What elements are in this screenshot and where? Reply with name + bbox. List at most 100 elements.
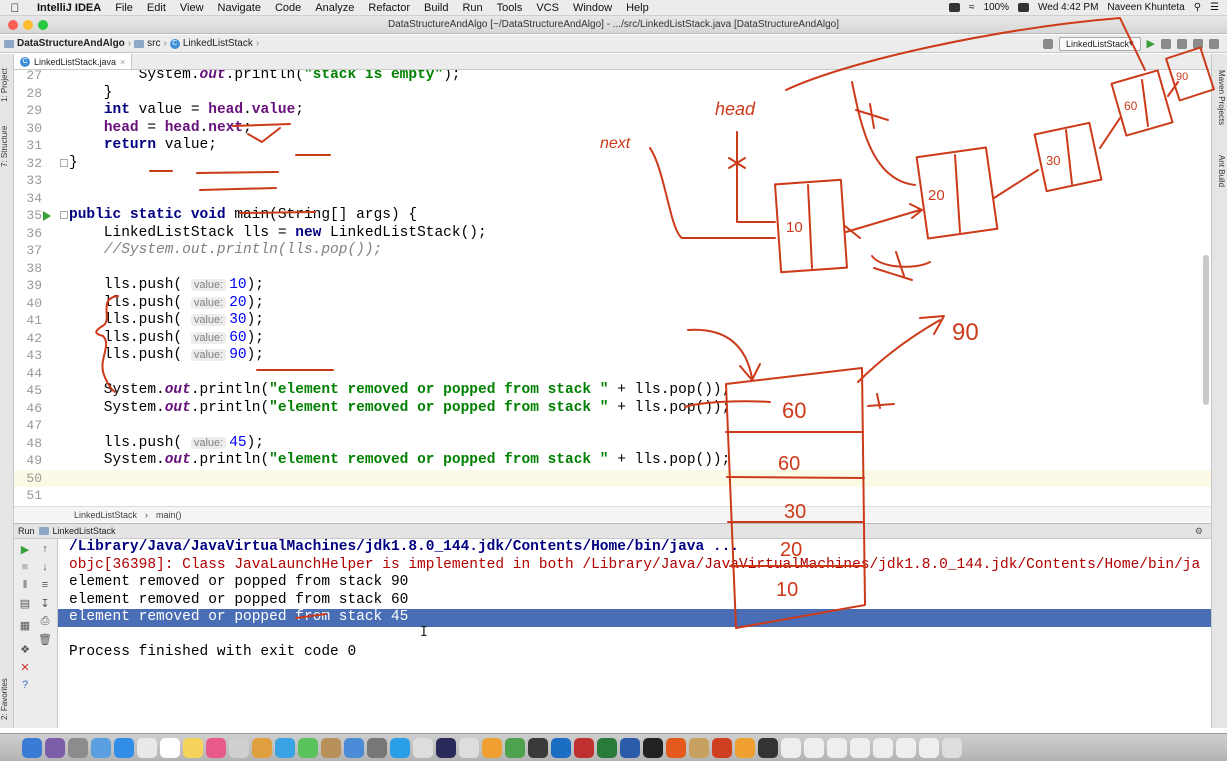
document-icon[interactable]: [873, 737, 893, 758]
notes-icon[interactable]: [183, 737, 203, 758]
coverage-icon[interactable]: [1177, 38, 1187, 49]
project-tool-tab[interactable]: 1: Project: [0, 60, 14, 110]
menu-vcs[interactable]: VCS: [529, 2, 566, 14]
minimize-window-icon[interactable]: [23, 19, 33, 30]
trash-icon[interactable]: 🗑: [38, 633, 52, 646]
status-icon[interactable]: [948, 3, 960, 12]
scroll-up-icon[interactable]: ↑: [38, 543, 52, 555]
crumb-src[interactable]: src: [147, 38, 160, 49]
document-icon[interactable]: [896, 737, 916, 758]
slack-icon[interactable]: [528, 737, 548, 758]
eclipse-icon[interactable]: [436, 737, 456, 758]
run-gutter-icon[interactable]: [43, 211, 51, 221]
scroll-end-icon[interactable]: ↧: [38, 597, 52, 610]
books-icon[interactable]: [321, 737, 341, 758]
run-panel-label[interactable]: Run: [18, 526, 35, 536]
crumb-class[interactable]: LinkedListStack: [183, 38, 253, 49]
close-window-icon[interactable]: [8, 19, 18, 30]
document-icon[interactable]: [781, 737, 801, 758]
scroll-down-icon[interactable]: ↓: [38, 561, 52, 573]
pin-icon[interactable]: ❖: [18, 643, 32, 656]
intellij-icon[interactable]: [643, 737, 663, 758]
sunflower-icon[interactable]: [482, 737, 502, 758]
menu-analyze[interactable]: Analyze: [308, 2, 361, 14]
crumb-class[interactable]: LinkedListStack: [74, 510, 137, 520]
app-store-icon[interactable]: [390, 737, 410, 758]
sunflower-icon[interactable]: [735, 737, 755, 758]
document-icon[interactable]: [919, 737, 939, 758]
menu-refactor[interactable]: Refactor: [361, 2, 417, 14]
menu-help[interactable]: Help: [619, 2, 656, 14]
siri-icon[interactable]: [45, 737, 65, 758]
zoom-window-icon[interactable]: [38, 19, 48, 30]
photos-icon[interactable]: [252, 737, 272, 758]
tab-linkedliststack[interactable]: C LinkedListStack.java ×: [14, 54, 133, 69]
calendar-icon[interactable]: [160, 737, 180, 758]
menu-navigate[interactable]: Navigate: [211, 2, 268, 14]
crumb-project[interactable]: DataStructureAndAlgo: [17, 38, 125, 49]
stop-icon[interactable]: [1193, 38, 1203, 49]
powerpoint-icon[interactable]: [712, 737, 732, 758]
run-config-select[interactable]: LinkedListStack ▾: [1058, 36, 1141, 51]
battery-icon[interactable]: [1018, 3, 1030, 12]
stop-icon[interactable]: ■: [18, 561, 32, 573]
finder-icon[interactable]: [22, 737, 42, 758]
chrome-icon[interactable]: [505, 737, 525, 758]
sublime-icon[interactable]: [666, 737, 686, 758]
music-icon[interactable]: [206, 737, 226, 758]
folder-icon[interactable]: [229, 737, 249, 758]
menu-tools[interactable]: Tools: [490, 2, 530, 14]
menu-code[interactable]: Code: [268, 2, 308, 14]
dump-threads-icon[interactable]: ▤: [18, 597, 32, 610]
calendar-icon[interactable]: [574, 737, 594, 758]
close-icon[interactable]: ×: [120, 57, 125, 67]
help-icon[interactable]: [459, 737, 479, 758]
menu-build[interactable]: Build: [417, 2, 455, 14]
excel-icon[interactable]: [597, 737, 617, 758]
ant-tool-tab[interactable]: Ant Build: [1214, 146, 1226, 196]
crumb-method[interactable]: main(): [156, 510, 182, 520]
mail-icon[interactable]: [344, 737, 364, 758]
help-icon[interactable]: ?: [18, 679, 32, 691]
launchpad-icon[interactable]: [68, 737, 88, 758]
menu-app-name[interactable]: IntelliJ IDEA: [30, 2, 108, 14]
build-icon[interactable]: [1042, 38, 1053, 49]
menu-file[interactable]: File: [108, 2, 140, 14]
clock[interactable]: Wed 4:42 PM: [1038, 2, 1098, 13]
spotlight-icon[interactable]: ⚲: [1194, 2, 1201, 13]
favorites-tool-tab[interactable]: 2: Favorites: [0, 674, 14, 724]
document-icon[interactable]: [827, 737, 847, 758]
maven-tool-tab[interactable]: Maven Projects: [1214, 62, 1226, 134]
wifi-icon[interactable]: ≈: [969, 2, 975, 13]
run-panel-config[interactable]: LinkedListStack: [53, 526, 116, 536]
layout-icon[interactable]: ▦: [18, 619, 32, 632]
facetime-icon[interactable]: [298, 737, 318, 758]
outlook-icon[interactable]: [551, 737, 571, 758]
preview-icon[interactable]: [91, 737, 111, 758]
code-editor[interactable]: 27 System.out.println("stack is empty");…: [14, 70, 1211, 506]
print-icon[interactable]: ⎙: [38, 615, 52, 628]
gear-icon[interactable]: ⚙: [1195, 526, 1211, 537]
terminal-icon[interactable]: [758, 737, 778, 758]
pencil-icon[interactable]: [689, 737, 709, 758]
menu-window[interactable]: Window: [566, 2, 619, 14]
word-icon[interactable]: [620, 737, 640, 758]
close-icon[interactable]: ✕: [18, 661, 32, 674]
apple-icon[interactable]: : [0, 1, 30, 15]
editor-scrollbar[interactable]: [1203, 255, 1209, 405]
menu-view[interactable]: View: [173, 2, 211, 14]
contacts-icon[interactable]: [137, 737, 157, 758]
menu-run[interactable]: Run: [455, 2, 489, 14]
structure-tool-tab[interactable]: 7: Structure: [0, 118, 14, 174]
pause-icon[interactable]: ‖: [18, 579, 32, 591]
trash-icon[interactable]: [942, 737, 962, 758]
notification-icon[interactable]: ☰: [1210, 2, 1219, 13]
safari-icon[interactable]: [114, 737, 134, 758]
console-output[interactable]: /Library/Java/JavaVirtualMachines/jdk1.8…: [58, 539, 1211, 728]
help-icon[interactable]: [413, 737, 433, 758]
menu-edit[interactable]: Edit: [140, 2, 173, 14]
document-icon[interactable]: [850, 737, 870, 758]
messages-icon[interactable]: [275, 737, 295, 758]
soft-wrap-icon[interactable]: ≡: [38, 579, 52, 591]
run-icon[interactable]: ▶: [1147, 37, 1155, 50]
